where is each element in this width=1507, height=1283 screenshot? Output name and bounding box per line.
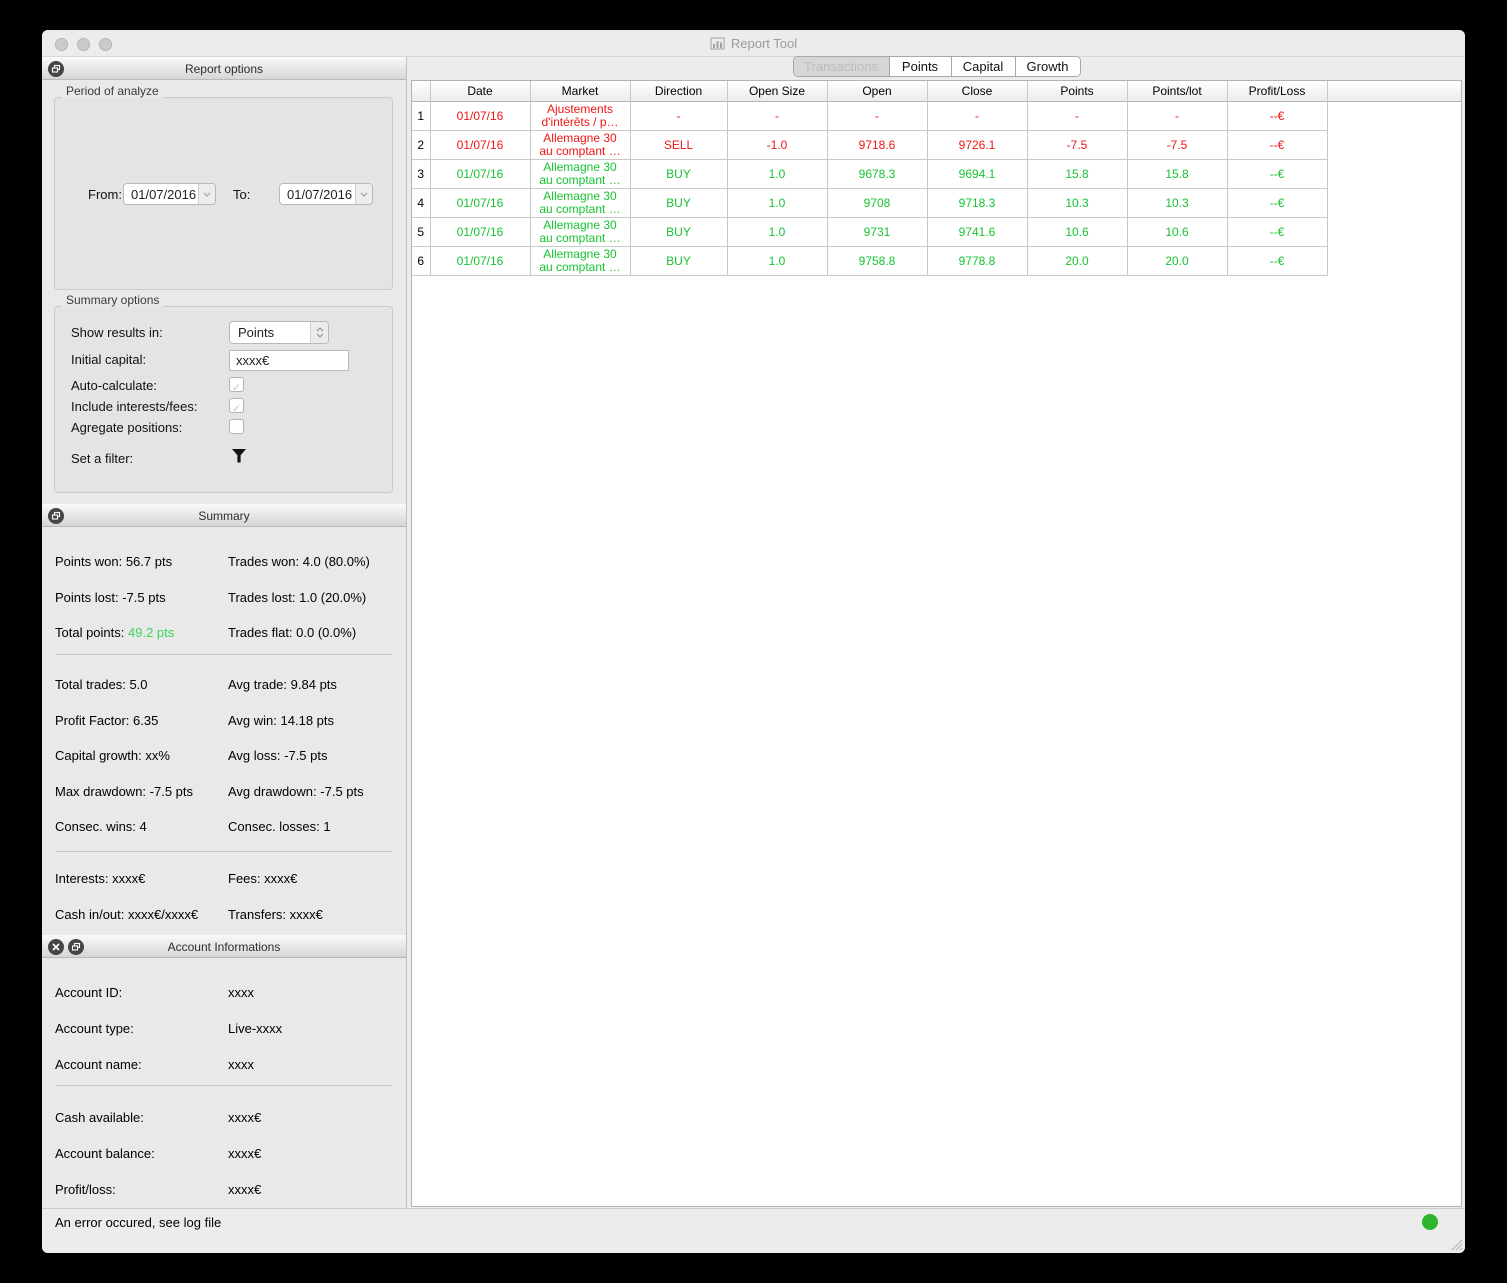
statusbar: An error occured, see log file [42,1208,1465,1253]
col-header-points[interactable]: Points [1027,81,1128,102]
tab-capital[interactable]: Capital [951,57,1016,76]
summary-stat-row: Total trades: 5.0 Avg trade: 9.84 pts [55,677,337,692]
account-row: Account balance: xxxx€ [55,1146,262,1161]
include-fees-label: Include interests/fees: [71,399,198,414]
titlebar: Report Tool [42,30,1465,57]
float-panel-icon[interactable] [68,939,84,955]
summary-stat-row: Points lost: -7.5 pts Trades lost: 1.0 (… [55,590,367,605]
to-date-value: 01/07/2016 [287,187,353,202]
summary-options-group-box: Show results in: Points Initial capital: [54,306,393,493]
col-header-open[interactable]: Open [827,81,928,102]
auto-calculate-checkbox[interactable] [229,377,244,392]
summary-title: Summary [198,508,250,523]
close-panel-icon[interactable] [48,939,64,955]
table-row[interactable]: 4 01/07/16 Allemagne 30 au comptant … BUY… [412,188,1461,218]
summary-stat-row: Max drawdown: -7.5 pts Avg drawdown: -7.… [55,784,364,799]
summary-stat-row: Profit Factor: 6.35 Avg win: 14.18 pts [55,713,335,728]
auto-calculate-label: Auto-calculate: [71,378,157,393]
summary-stat-row: Interests: xxxx€ Fees: xxxx€ [55,871,298,886]
summary-stat-row: Total points: 49.2 pts Trades flat: 0.0 … [55,625,357,640]
total-points-value: 49.2 pts [128,625,175,640]
status-message: An error occured, see log file [55,1215,222,1230]
row-number-header [412,81,431,102]
tab-points[interactable]: Points [889,57,952,76]
divider [55,654,393,655]
from-date-value: 01/07/2016 [131,187,197,202]
header-filler [1327,81,1461,102]
window-title: Report Tool [730,36,798,51]
table-row[interactable]: 3 01/07/16 Allemagne 30 au comptant … BUY… [412,159,1461,189]
summary-stat-row: Points won: 56.7 pts Trades won: 4.0 (80… [55,554,370,569]
tabbar: Transactions Points Capital Growth [408,56,1465,79]
chevron-down-icon [198,184,215,204]
transactions-table: Date Market Direction Open Size Open Clo… [411,80,1462,1207]
account-row: Cash available: xxxx€ [55,1110,262,1125]
include-fees-checkbox[interactable] [229,398,244,413]
divider [55,851,393,852]
float-panel-icon[interactable] [48,61,64,77]
to-label: To: [233,187,251,202]
left-panel: Report options Period of analyze From: 0… [42,57,407,1208]
col-header-points-lot[interactable]: Points/lot [1127,81,1228,102]
agregate-positions-checkbox[interactable] [229,419,244,434]
report-options-title: Report options [184,61,264,76]
agregate-positions-row: Agregate positions: [55,419,392,437]
set-filter-label: Set a filter: [71,451,134,466]
summary-stat-row: Consec. wins: 4 Consec. losses: 1 [55,819,331,834]
col-header-date[interactable]: Date [430,81,531,102]
summary-header: Summary [42,504,406,527]
col-header-open-size[interactable]: Open Size [727,81,828,102]
table-row[interactable]: 6 01/07/16 Allemagne 30 au comptant … BUY… [412,246,1461,276]
summary-stat-row: Capital growth: xx% Avg loss: -7.5 pts [55,748,328,763]
to-date-combo[interactable]: 01/07/2016 [279,183,373,205]
set-filter-row: Set a filter: [55,448,392,468]
summary-stat-row: Cash in/out: xxxx€/xxxx€ Transfers: xxxx… [55,907,323,922]
initial-capital-label: Initial capital: [71,352,147,367]
chevron-down-icon [355,184,372,204]
account-row: Profit/loss: xxxx€ [55,1182,262,1197]
float-panel-icon[interactable] [48,508,64,524]
col-header-direction[interactable]: Direction [630,81,728,102]
from-date-combo[interactable]: 01/07/2016 [123,183,216,205]
auto-calculate-row: Auto-calculate: [55,377,392,395]
table-row[interactable]: 5 01/07/16 Allemagne 30 au comptant … BUY… [412,217,1461,247]
report-tool-window: Report Tool Report options Period of ana… [42,30,1465,1253]
include-fees-row: Include interests/fees: [55,398,392,416]
filter-icon[interactable] [231,448,247,465]
from-label: From: [88,187,122,202]
initial-capital-row: Initial capital: [55,350,392,371]
divider [55,1085,393,1086]
period-group-label: Period of analyze [62,84,163,98]
view-tabs: Transactions Points Capital Growth [792,56,1081,77]
resize-grip[interactable] [1449,1237,1463,1251]
window-title-group: Report Tool [42,30,1465,57]
account-informations-title: Account Informations [167,939,281,954]
summary-options-group-label: Summary options [62,293,164,307]
bar-chart-icon [710,37,725,50]
account-row: Account name: xxxx [55,1057,254,1072]
agregate-positions-label: Agregate positions: [71,420,183,435]
account-row: Account type: Live-xxxx [55,1021,283,1036]
tab-growth[interactable]: Growth [1015,57,1080,76]
account-row: Account ID: xxxx [55,985,254,1000]
table-header-row: Date Market Direction Open Size Open Clo… [412,81,1461,102]
show-results-value: Points [238,325,275,340]
table-row[interactable]: 1 01/07/16 Ajustements d'intérêts / p… - … [412,101,1461,131]
report-options-header: Report options [42,57,406,80]
show-results-select[interactable]: Points [229,321,329,344]
tab-transactions[interactable]: Transactions [793,57,890,76]
show-results-row: Show results in: Points [55,321,392,344]
initial-capital-input[interactable] [229,350,349,371]
table-row[interactable]: 2 01/07/16 Allemagne 30 au comptant … SEL… [412,130,1461,160]
select-arrows-icon [310,322,328,343]
account-informations-header: Account Informations [42,935,406,958]
show-results-label: Show results in: [71,325,163,340]
period-group-box: From: 01/07/2016 To: 01/07/2016 [54,97,393,290]
col-header-profit-loss[interactable]: Profit/Loss [1227,81,1328,102]
connection-status-icon [1422,1214,1438,1230]
col-header-close[interactable]: Close [927,81,1028,102]
col-header-market[interactable]: Market [530,81,631,102]
main-area: Transactions Points Capital Growth Date … [408,56,1465,1208]
